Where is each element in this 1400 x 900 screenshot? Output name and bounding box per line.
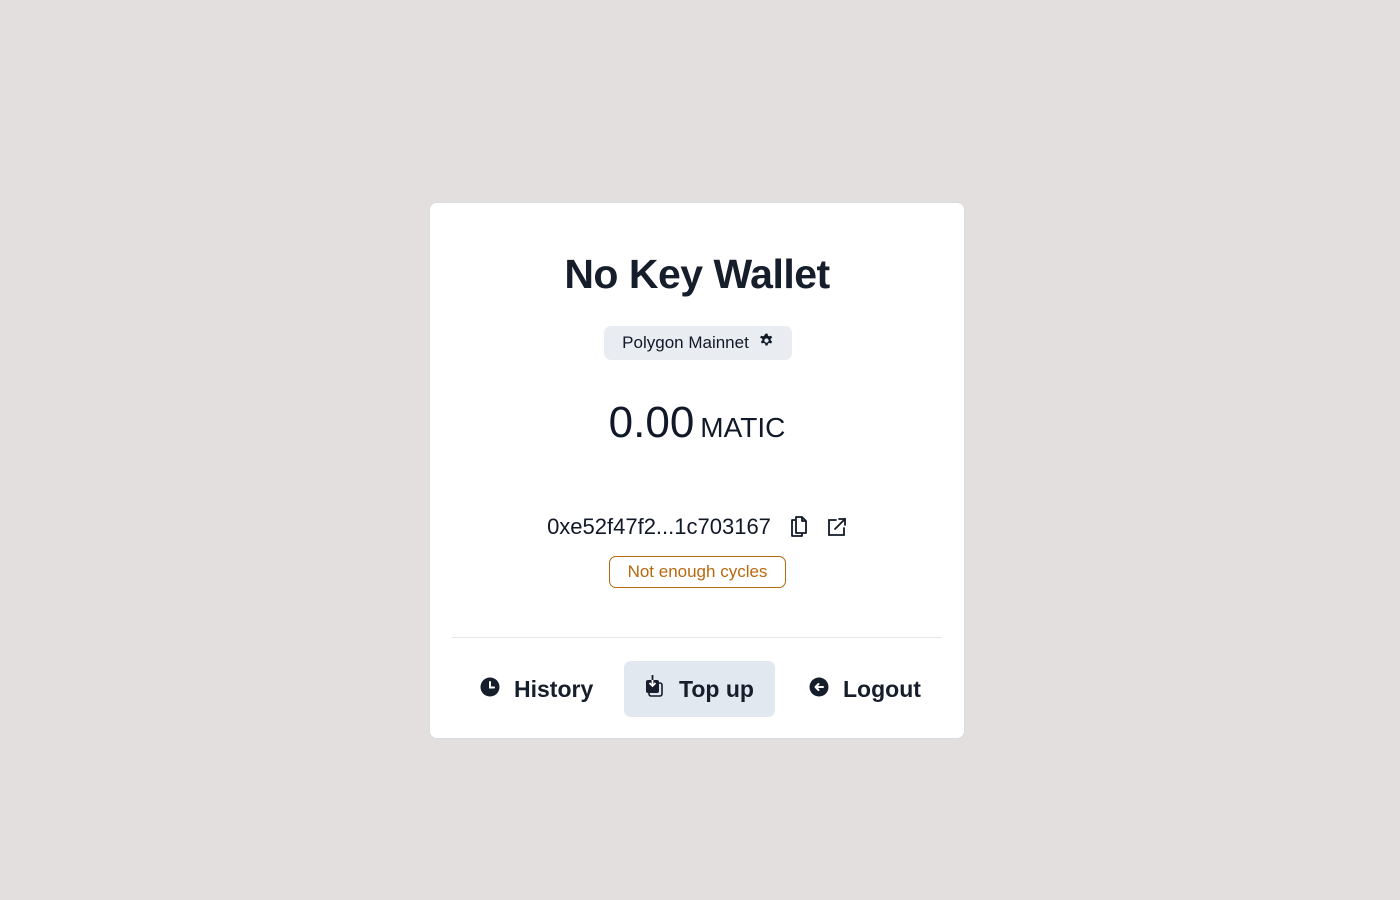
clock-icon bbox=[480, 676, 500, 703]
network-label: Polygon Mainnet bbox=[622, 333, 749, 352]
history-label: History bbox=[514, 675, 594, 702]
balance: 0.00 MATIC bbox=[430, 398, 964, 448]
external-link-icon[interactable] bbox=[827, 517, 847, 537]
balance-currency: MATIC bbox=[700, 412, 786, 443]
top-up-label: Top up bbox=[679, 675, 754, 702]
logout-button[interactable]: Logout bbox=[789, 661, 941, 717]
network-selector[interactable]: Polygon Mainnet bbox=[604, 326, 792, 360]
gear-icon bbox=[759, 333, 774, 353]
divider bbox=[452, 637, 942, 638]
download-icon bbox=[645, 675, 665, 703]
history-button[interactable]: History bbox=[460, 661, 613, 717]
status-badge: Not enough cycles bbox=[609, 556, 786, 588]
wallet-address: 0xe52f47f2...1c703167 bbox=[547, 514, 771, 539]
page-title: No Key Wallet bbox=[564, 251, 830, 297]
copy-icon[interactable] bbox=[789, 516, 809, 538]
arrow-left-circle-icon bbox=[809, 676, 829, 703]
address-row: 0xe52f47f2...1c703167 bbox=[430, 514, 964, 540]
top-up-button[interactable]: Top up bbox=[624, 661, 775, 717]
balance-amount: 0.00 bbox=[608, 398, 695, 447]
action-bar: History Top up Logout bbox=[430, 661, 964, 717]
logout-label: Logout bbox=[843, 675, 921, 702]
wallet-card: No Key Wallet Polygon Mainnet 0.00 MATIC … bbox=[429, 202, 965, 739]
